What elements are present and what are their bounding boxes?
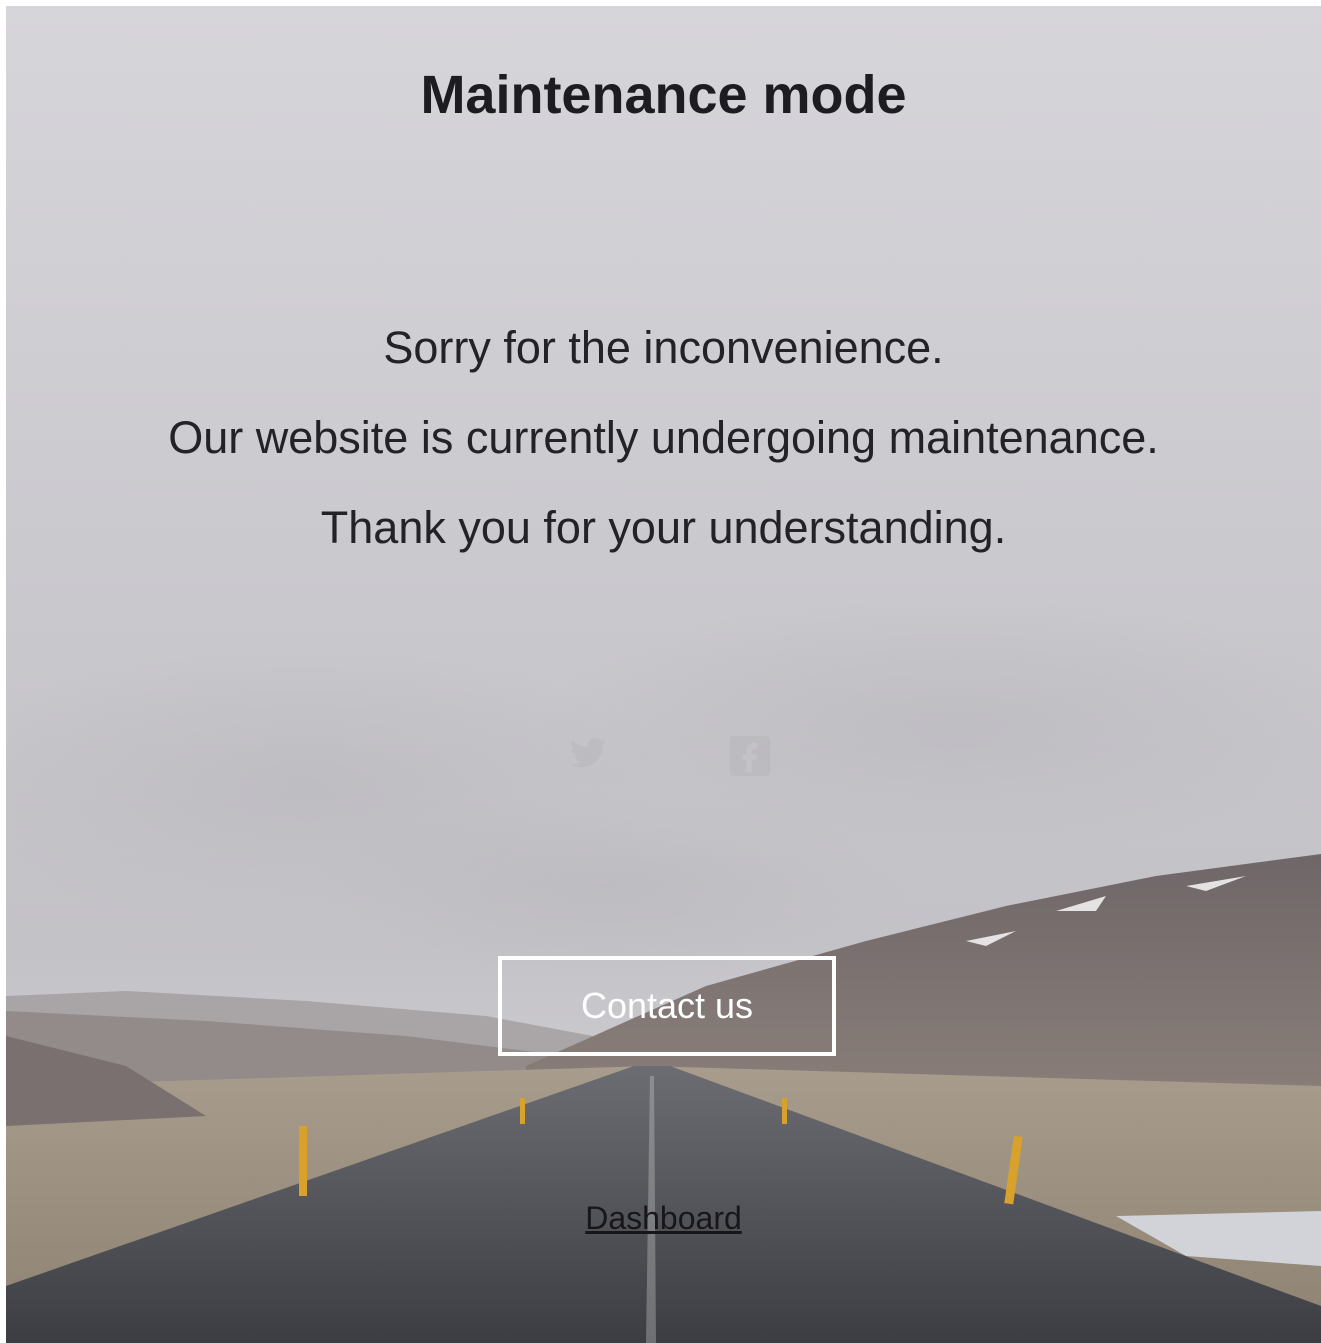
message-line-3: Thank you for your understanding. [320, 502, 1007, 553]
maintenance-page: Maintenance mode Sorry for the inconveni… [6, 6, 1321, 1343]
facebook-icon[interactable] [728, 734, 772, 783]
message-line-1: Sorry for the inconvenience. [383, 322, 944, 373]
dashboard-link[interactable]: Dashboard [6, 1200, 1321, 1237]
background-landscape-image [6, 6, 1321, 1343]
contact-us-button[interactable]: Contact us [498, 956, 836, 1056]
message-line-2: Our website is currently undergoing main… [168, 412, 1159, 463]
twitter-icon[interactable] [566, 734, 610, 779]
page-title: Maintenance mode [420, 65, 907, 125]
